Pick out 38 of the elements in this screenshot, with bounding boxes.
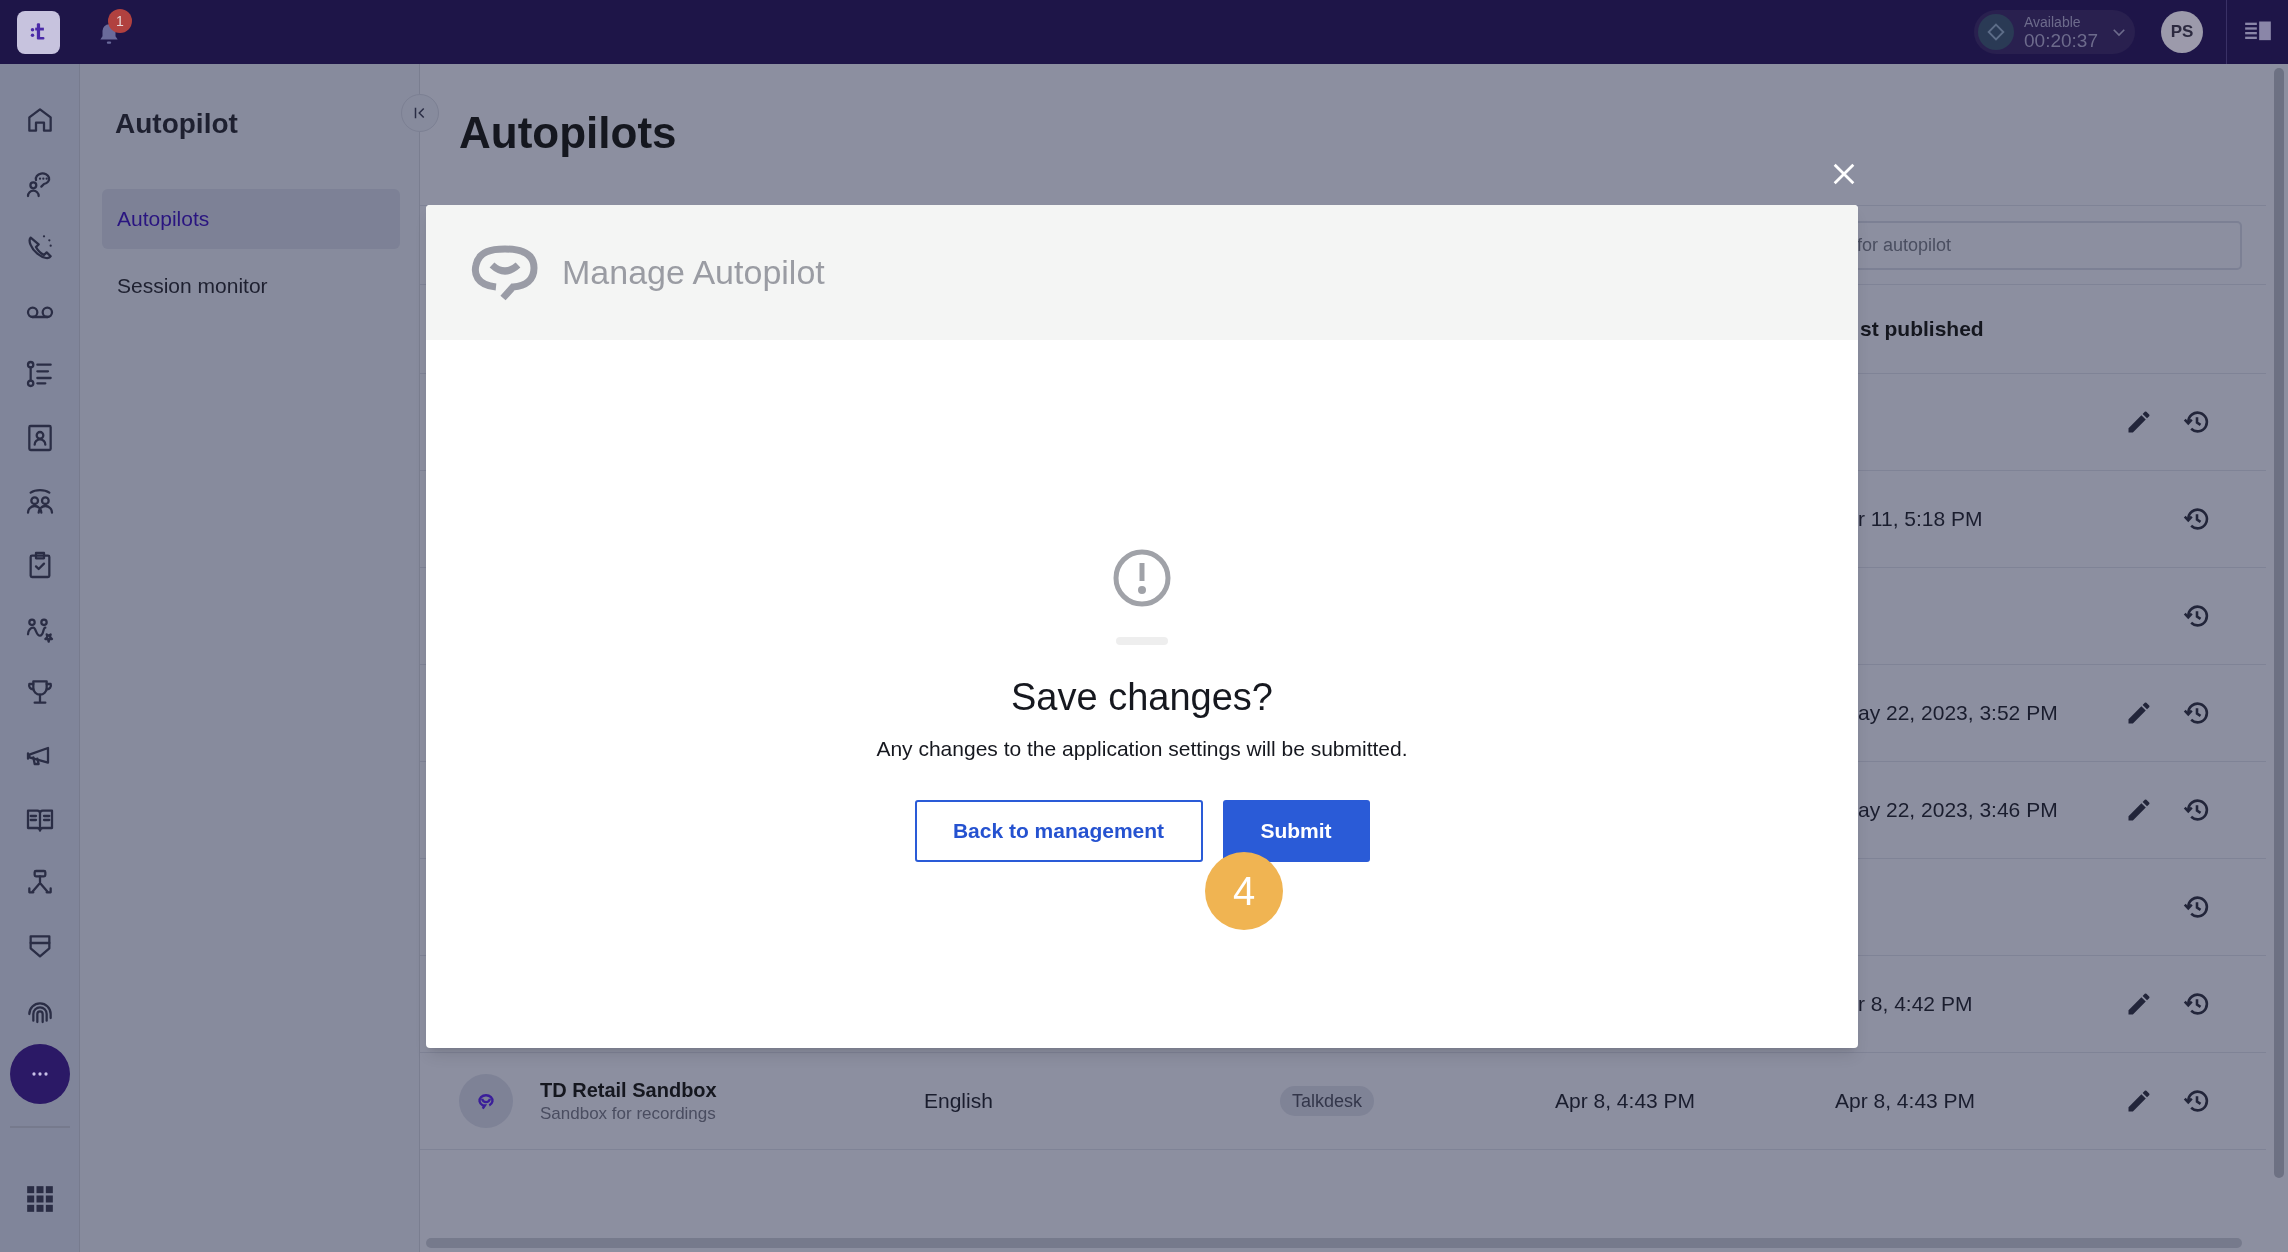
history-icon[interactable] — [2183, 1087, 2211, 1115]
table-cell-text: Apr 8, 4:43 PM — [1835, 1088, 1976, 1115]
warning-icon — [1112, 548, 1172, 608]
status-selector[interactable]: Available 00:20:37 — [1974, 10, 2135, 54]
back-button[interactable]: Back to management — [914, 800, 1203, 862]
table-cell-text: Apr 8, 4:43 PM — [1555, 1088, 1696, 1115]
page-title: Autopilots — [459, 109, 677, 157]
history-icon[interactable] — [2183, 505, 2211, 533]
bot-avatar — [459, 1074, 513, 1128]
search-field[interactable]: for autopilot — [1857, 220, 2242, 270]
column-header[interactable]: st published — [1860, 313, 1984, 345]
submit-button[interactable]: Submit — [1222, 800, 1370, 862]
sidebar-item[interactable]: Session monitor — [102, 256, 400, 316]
table-cell-text: r 8, 4:42 PM — [1858, 991, 1973, 1018]
table-cell-text: English — [924, 1088, 993, 1115]
history-icon[interactable] — [2183, 699, 2211, 727]
history-icon[interactable] — [2183, 408, 2211, 436]
sidebar-item[interactable]: Autopilots — [102, 189, 400, 249]
apps-grid-icon[interactable] — [25, 1185, 54, 1214]
vertical-scrollbar[interactable] — [2274, 68, 2284, 1178]
table-cell-text: ay 22, 2023, 3:52 PM — [1858, 700, 2058, 727]
more-icon — [30, 1070, 49, 1077]
history-icon[interactable] — [2183, 796, 2211, 824]
autopilot-name[interactable]: TD Retail Sandbox — [540, 1077, 717, 1103]
history-icon[interactable] — [2183, 602, 2211, 630]
sidebar-title: Autopilot — [115, 107, 239, 141]
history-icon[interactable] — [2183, 893, 2211, 921]
dialog-title: Manage Autopilot — [562, 252, 825, 293]
notification-count: 1 — [108, 9, 132, 33]
history-icon[interactable] — [2183, 990, 2211, 1018]
autopilot-description: Sandbox for recordings — [540, 1103, 716, 1125]
user-avatar[interactable]: PS — [2161, 11, 2203, 53]
table-cell-text: r 11, 5:18 PM — [1858, 506, 1983, 533]
dialog-heading: Save changes? — [1011, 675, 1273, 720]
tag: Talkdesk — [1280, 1086, 1375, 1116]
dialog-message: Any changes to the application settings will be submitted. — [876, 736, 1408, 762]
app-logo[interactable] — [17, 10, 60, 54]
table-cell-text: ay 22, 2023, 3:46 PM — [1858, 797, 2058, 824]
